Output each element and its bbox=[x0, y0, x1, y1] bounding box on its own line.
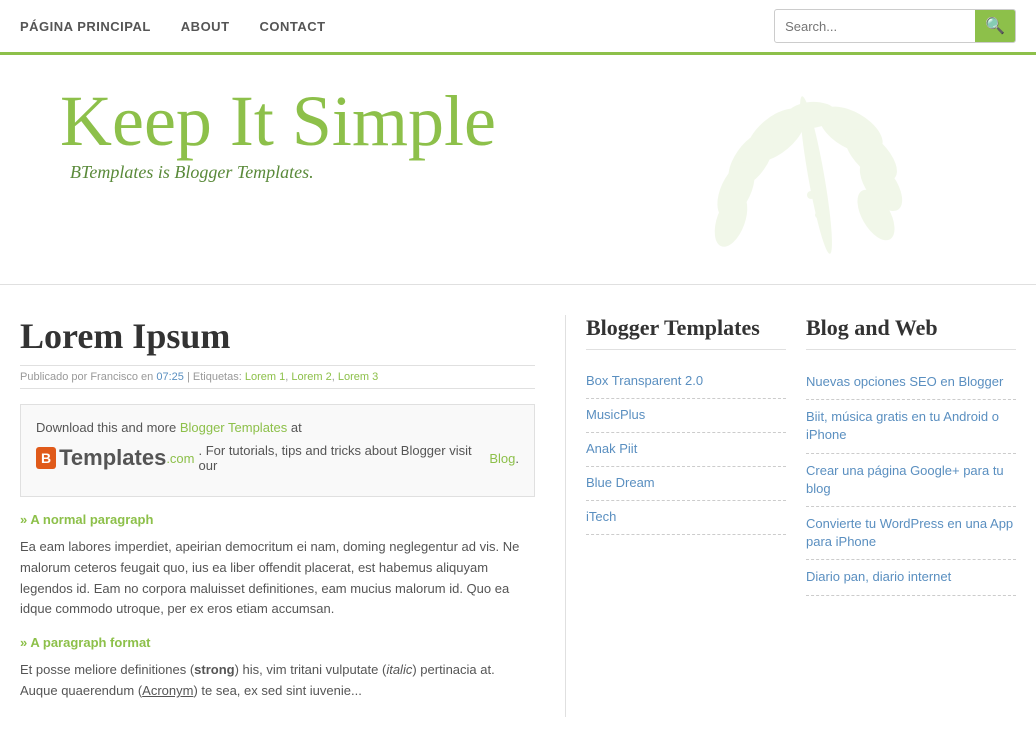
download-box: Download this and more Blogger Templates… bbox=[20, 404, 535, 497]
paragraph-b-heading: » A paragraph format bbox=[20, 635, 535, 650]
list-item: Box Transparent 2.0 bbox=[586, 365, 786, 399]
nav-pagina-principal[interactable]: PÁGINA PRINCIPAL bbox=[20, 19, 151, 34]
blog-item-3[interactable]: Crear una página Google+ para tu blog bbox=[806, 462, 1016, 498]
sidebar-blogger-title: Blogger Templates bbox=[586, 315, 786, 350]
blog-item-5[interactable]: Diario pan, diario internet bbox=[806, 568, 1016, 586]
period: . bbox=[515, 451, 519, 466]
list-item: Diario pan, diario internet bbox=[806, 560, 1016, 595]
blogger-template-2[interactable]: MusicPlus bbox=[586, 407, 645, 422]
btemplates-dotcom: .com bbox=[166, 451, 194, 466]
btemplates-icon: B bbox=[36, 447, 56, 469]
meta-published: Publicado por Francisco en bbox=[20, 371, 153, 383]
blogger-templates-list: Box Transparent 2.0 MusicPlus Anak Piit … bbox=[586, 365, 786, 535]
meta-label-3[interactable]: Lorem 3 bbox=[338, 371, 378, 383]
list-item: Nuevas opciones SEO en Blogger bbox=[806, 365, 1016, 400]
btemplates-logo-text: Templates bbox=[59, 445, 166, 471]
list-item: Blue Dream bbox=[586, 467, 786, 501]
btemplates-logo: B Templates.com . For tutorials, tips an… bbox=[36, 443, 519, 473]
site-header: Keep It Simple BTemplates is Blogger Tem… bbox=[0, 55, 1036, 285]
download-link[interactable]: Blogger Templates bbox=[180, 420, 287, 435]
meta-labels-prefix: | Etiquetas: bbox=[187, 371, 242, 383]
list-item: Crear una página Google+ para tu blog bbox=[806, 454, 1016, 507]
list-item: iTech bbox=[586, 501, 786, 535]
blogger-template-1[interactable]: Box Transparent 2.0 bbox=[586, 373, 703, 388]
paragraph-b: Et posse meliore definitiones (strong) h… bbox=[20, 660, 535, 702]
blogger-template-4[interactable]: Blue Dream bbox=[586, 475, 655, 490]
download-after: at bbox=[291, 420, 302, 435]
sidebar-blogger-templates: Blogger Templates Box Transparent 2.0 Mu… bbox=[586, 315, 786, 717]
nav-contact[interactable]: CONTACT bbox=[260, 19, 326, 34]
blog-link[interactable]: Blog bbox=[489, 451, 515, 466]
sidebar-blog-web: Blog and Web Nuevas opciones SEO en Blog… bbox=[806, 315, 1016, 717]
post-title: Lorem Ipsum bbox=[20, 315, 535, 357]
main-layout: Lorem Ipsum Publicado por Francisco en 0… bbox=[0, 285, 1036, 747]
search-box: 🔍 bbox=[774, 9, 1016, 43]
navbar: PÁGINA PRINCIPAL ABOUT CONTACT 🔍 bbox=[0, 0, 1036, 55]
meta-label-2[interactable]: Lorem 2 bbox=[291, 371, 331, 383]
post-meta: Publicado por Francisco en 07:25 | Etiqu… bbox=[20, 365, 535, 389]
blog-item-1[interactable]: Nuevas opciones SEO en Blogger bbox=[806, 373, 1016, 391]
search-button[interactable]: 🔍 bbox=[975, 10, 1015, 42]
blog-web-list: Nuevas opciones SEO en Blogger Biit, mús… bbox=[806, 365, 1016, 596]
blog-item-2[interactable]: Biit, música gratis en tu Android o iPho… bbox=[806, 408, 1016, 444]
list-item: Anak Piit bbox=[586, 433, 786, 467]
btemplates-description: . For tutorials, tips and tricks about B… bbox=[198, 443, 486, 473]
paragraph-a-heading: » A normal paragraph bbox=[20, 512, 535, 527]
sidebar-blog-title: Blog and Web bbox=[806, 315, 1016, 350]
meta-label-1[interactable]: Lorem 1 bbox=[245, 371, 285, 383]
meta-time[interactable]: 07:25 bbox=[156, 371, 184, 383]
blog-item-4[interactable]: Convierte tu WordPress en una App para i… bbox=[806, 515, 1016, 551]
leaf-decoration bbox=[656, 75, 976, 275]
search-input[interactable] bbox=[775, 13, 975, 40]
blogger-template-3[interactable]: Anak Piit bbox=[586, 441, 637, 456]
blogger-template-5[interactable]: iTech bbox=[586, 509, 616, 524]
paragraph-a: Ea eam labores imperdiet, apeirian democ… bbox=[20, 537, 535, 620]
nav-links: PÁGINA PRINCIPAL ABOUT CONTACT bbox=[20, 19, 774, 34]
main-content: Lorem Ipsum Publicado por Francisco en 0… bbox=[20, 315, 566, 717]
list-item: Biit, música gratis en tu Android o iPho… bbox=[806, 400, 1016, 453]
list-item: Convierte tu WordPress en una App para i… bbox=[806, 507, 1016, 560]
download-intro: Download this and more bbox=[36, 420, 176, 435]
nav-about[interactable]: ABOUT bbox=[181, 19, 230, 34]
list-item: MusicPlus bbox=[586, 399, 786, 433]
